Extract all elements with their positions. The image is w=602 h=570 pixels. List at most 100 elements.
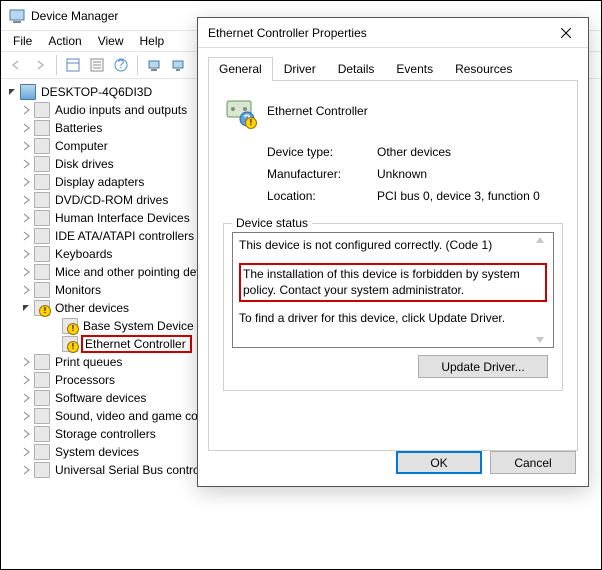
tree-category-label: Computer [53,139,110,153]
status-line1: This device is not configured correctly.… [239,237,547,253]
chevron-right-icon[interactable] [19,211,33,225]
chevron-right-icon[interactable] [19,427,33,441]
tree-category-label: Human Interface Devices [53,211,192,225]
device-info-grid: Device type: Other devices Manufacturer:… [267,141,563,207]
dlg-buttons: OK Cancel [396,451,576,474]
toolbar-forward-button[interactable] [29,54,51,76]
tree-spacer [47,319,61,333]
tree-category-label: DVD/CD-ROM drives [53,193,170,207]
tree-root-label: DESKTOP-4Q6DI3D [39,85,154,99]
chevron-right-icon[interactable] [19,121,33,135]
category-icon [34,138,50,154]
cancel-button[interactable]: Cancel [490,451,576,474]
category-icon [34,246,50,262]
tab-details[interactable]: Details [327,57,386,81]
category-icon [34,210,50,226]
tab-resources[interactable]: Resources [444,57,523,81]
dlg-title: Ethernet Controller Properties [208,26,543,40]
chevron-right-icon[interactable] [19,409,33,423]
tab-general[interactable]: General [208,57,273,81]
tree-spacer [47,337,61,351]
device-warning-icon [62,336,78,352]
category-icon [34,174,50,190]
tab-driver[interactable]: Driver [273,57,327,81]
tree-category-label: Software devices [53,391,148,405]
toolbar-back-button[interactable] [5,54,27,76]
category-icon [34,390,50,406]
chevron-right-icon[interactable] [19,103,33,117]
tree-category-label: Keyboards [53,247,114,261]
tab-events[interactable]: Events [385,57,444,81]
chevron-right-icon[interactable] [19,283,33,297]
toolbar-update-button[interactable] [167,54,189,76]
location-label: Location: [267,189,377,203]
tree-category-label: Storage controllers [53,427,158,441]
properties-dialog: Ethernet Controller Properties General D… [197,17,589,487]
dlg-titlebar[interactable]: Ethernet Controller Properties [198,18,588,48]
scroll-up-icon [535,235,545,245]
tree-category-label: IDE ATA/ATAPI controllers [53,229,196,243]
info-row-loc: Location: PCI bus 0, device 3, function … [267,185,563,207]
dm-title: Device Manager [31,9,118,23]
ok-button[interactable]: OK [396,451,482,474]
toolbar-scan-button[interactable] [143,54,165,76]
category-icon [34,300,50,316]
svg-text:?: ? [118,58,125,71]
dlg-tabs: General Driver Details Events Resources [208,56,578,81]
toolbar-help-button[interactable]: ? [110,54,132,76]
menu-file[interactable]: File [5,32,40,50]
chevron-right-icon[interactable] [19,373,33,387]
tree-device-label: Ethernet Controller [81,335,192,353]
status-line2-highlighted: The installation of this device is forbi… [239,263,547,301]
chevron-right-icon[interactable] [19,463,33,477]
chevron-right-icon[interactable] [19,175,33,189]
menu-view[interactable]: View [90,32,132,50]
chevron-right-icon[interactable] [19,247,33,261]
toolbar-separator [56,55,57,75]
chevron-right-icon[interactable] [19,355,33,369]
category-icon [34,156,50,172]
chevron-down-icon[interactable] [19,301,33,315]
category-icon [34,120,50,136]
info-row-mfg: Manufacturer: Unknown [267,163,563,185]
toolbar-properties-button[interactable] [86,54,108,76]
toolbar-show-hide-button[interactable] [62,54,84,76]
computer-icon [20,84,36,100]
svg-text:?: ? [243,112,250,126]
menu-action[interactable]: Action [40,32,89,50]
device-warning-icon [62,318,78,334]
scrollbar[interactable] [535,235,551,345]
chevron-right-icon[interactable] [19,265,33,279]
tree-category-label: Audio inputs and outputs [53,103,189,117]
tree-category-label: Processors [53,373,117,387]
chevron-right-icon[interactable] [19,391,33,405]
category-icon [34,426,50,442]
category-icon [34,228,50,244]
toolbar-separator [137,55,138,75]
tree-category-label: Disk drives [53,157,116,171]
dlg-body: General Driver Details Events Resources … [198,48,588,459]
tab-content-general: ? Ethernet Controller Device type: Other… [208,81,578,451]
menu-help[interactable]: Help [132,32,173,50]
chevron-right-icon[interactable] [19,229,33,243]
device-type-label: Device type: [267,145,377,159]
location-value: PCI bus 0, device 3, function 0 [377,189,540,203]
chevron-right-icon[interactable] [19,445,33,459]
category-icon [34,444,50,460]
category-icon [34,372,50,388]
device-status-textbox[interactable]: This device is not configured correctly.… [232,232,554,348]
device-name: Ethernet Controller [267,104,368,118]
chevron-right-icon[interactable] [19,157,33,171]
device-status-fieldset: Device status This device is not configu… [223,223,563,391]
category-icon [34,192,50,208]
chevron-down-icon[interactable] [5,85,19,99]
manufacturer-label: Manufacturer: [267,167,377,181]
tree-category-label: System devices [53,445,141,459]
update-driver-button[interactable]: Update Driver... [418,355,548,378]
manufacturer-value: Unknown [377,167,427,181]
chevron-right-icon[interactable] [19,193,33,207]
chevron-right-icon[interactable] [19,139,33,153]
close-button[interactable] [543,18,588,47]
tree-category-label: Print queues [53,355,124,369]
close-icon [561,28,571,38]
